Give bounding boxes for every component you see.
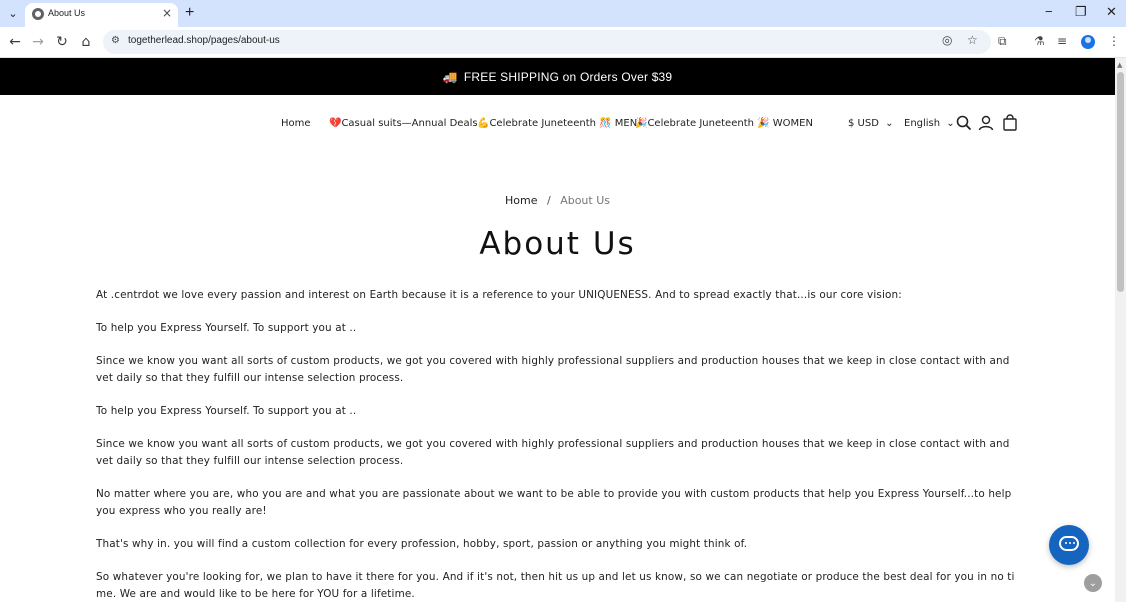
window-close-icon[interactable]: ✕ xyxy=(1106,4,1117,20)
page-scrollbar[interactable]: ▲ xyxy=(1115,58,1126,602)
scrollbar-thumb[interactable] xyxy=(1117,72,1124,292)
nav-item-casual-suits[interactable]: 💔Casual suits—Annual Deals xyxy=(329,118,478,129)
page-title: About Us xyxy=(479,226,636,262)
account-icon[interactable] xyxy=(977,114,995,132)
media-control-icon[interactable]: ≡ xyxy=(1057,34,1067,48)
browser-tab[interactable]: About Us × xyxy=(25,3,178,27)
nav-item-juneteenth-women[interactable]: 🎉Celebrate Juneteenth 🎉 WOMEN xyxy=(635,118,813,129)
chevron-down-icon: ⌄ xyxy=(946,118,955,129)
browser-tabstrip: ⌄ About Us × + − ❐ ✕ xyxy=(0,0,1126,27)
chevron-down-icon: ⌄ xyxy=(885,118,894,129)
announcement-bar: 🚚 FREE SHIPPING on Orders Over $39 xyxy=(0,58,1115,95)
content-paragraph: To help you Express Yourself. To support… xyxy=(96,405,357,418)
browser-toolbar: ← → ↻ ⌂ ⚙ togetherlead.shop/pages/about-… xyxy=(0,27,1126,58)
chat-bubble-icon xyxy=(1059,536,1079,551)
truck-icon: 🚚 xyxy=(442,69,458,84)
currency-selector[interactable]: $ USD ⌄ xyxy=(848,118,894,129)
content-paragraph: Since we know you want all sorts of cust… xyxy=(96,438,1010,467)
tab-search-chevron-icon[interactable]: ⌄ xyxy=(4,4,22,22)
tab-title: About Us xyxy=(48,8,86,18)
back-arrow-icon[interactable]: ← xyxy=(6,33,24,51)
nav-item-juneteenth-men[interactable]: 💪Celebrate Juneteenth 🎊 MEN xyxy=(477,118,637,129)
breadcrumb-current: About Us xyxy=(560,194,610,207)
content-paragraph: To help you Express Yourself. To support… xyxy=(96,322,357,335)
reload-icon[interactable]: ↻ xyxy=(53,33,71,51)
content-paragraph: No matter where you are, who you are and… xyxy=(96,488,1012,517)
profile-avatar-icon[interactable] xyxy=(1081,35,1095,49)
content-paragraph: Since we know you want all sorts of cust… xyxy=(96,355,1010,384)
site-info-icon[interactable]: ⚙ xyxy=(111,35,120,46)
announcement-text: FREE SHIPPING on Orders Over $39 xyxy=(463,69,673,84)
breadcrumb-home-link[interactable]: Home xyxy=(505,194,537,207)
web-page: 🚚 FREE SHIPPING on Orders Over $39 Home … xyxy=(0,58,1115,602)
content-paragraph: That's why in. you will find a custom co… xyxy=(96,537,748,550)
currency-label: $ USD xyxy=(848,118,879,129)
minimize-icon[interactable]: − xyxy=(1045,4,1053,19)
home-icon[interactable]: ⌂ xyxy=(77,33,95,51)
extensions-icon[interactable]: ⧉ xyxy=(998,34,1007,49)
labs-flask-icon[interactable]: ⚗ xyxy=(1034,34,1045,48)
new-tab-plus-icon[interactable]: + xyxy=(185,4,194,22)
globe-icon xyxy=(32,8,44,20)
address-bar[interactable]: ⚙ togetherlead.shop/pages/about-us ◎ ☆ xyxy=(103,30,991,54)
forward-arrow-icon[interactable]: → xyxy=(29,33,47,51)
scroll-up-arrow-icon[interactable]: ▲ xyxy=(1117,61,1122,69)
about-content: At .centrdot we love every passion and i… xyxy=(96,287,1018,602)
language-selector[interactable]: English ⌄ xyxy=(904,118,955,129)
content-paragraph: So whatever you're looking for, we plan … xyxy=(96,571,1015,600)
bookmark-star-icon[interactable]: ☆ xyxy=(967,33,978,47)
cart-bag-icon[interactable] xyxy=(1001,114,1019,132)
search-icon[interactable] xyxy=(955,114,973,132)
tab-close-icon[interactable]: × xyxy=(162,6,172,20)
nav-item-home[interactable]: Home xyxy=(281,118,311,129)
breadcrumb: Home / About Us xyxy=(0,194,1115,207)
url-text[interactable]: togetherlead.shop/pages/about-us xyxy=(128,35,280,46)
restore-icon[interactable]: ❐ xyxy=(1075,4,1087,20)
chat-button[interactable] xyxy=(1049,525,1089,565)
language-label: English xyxy=(904,118,941,129)
breadcrumb-separator: / xyxy=(546,194,551,207)
eye-off-icon[interactable]: ◎ xyxy=(942,33,952,47)
kebab-menu-icon[interactable]: ⋮ xyxy=(1108,34,1120,48)
content-paragraph: At .centrdot we love every passion and i… xyxy=(96,289,902,301)
scroll-to-top-icon[interactable]: ⌄ xyxy=(1084,574,1102,592)
